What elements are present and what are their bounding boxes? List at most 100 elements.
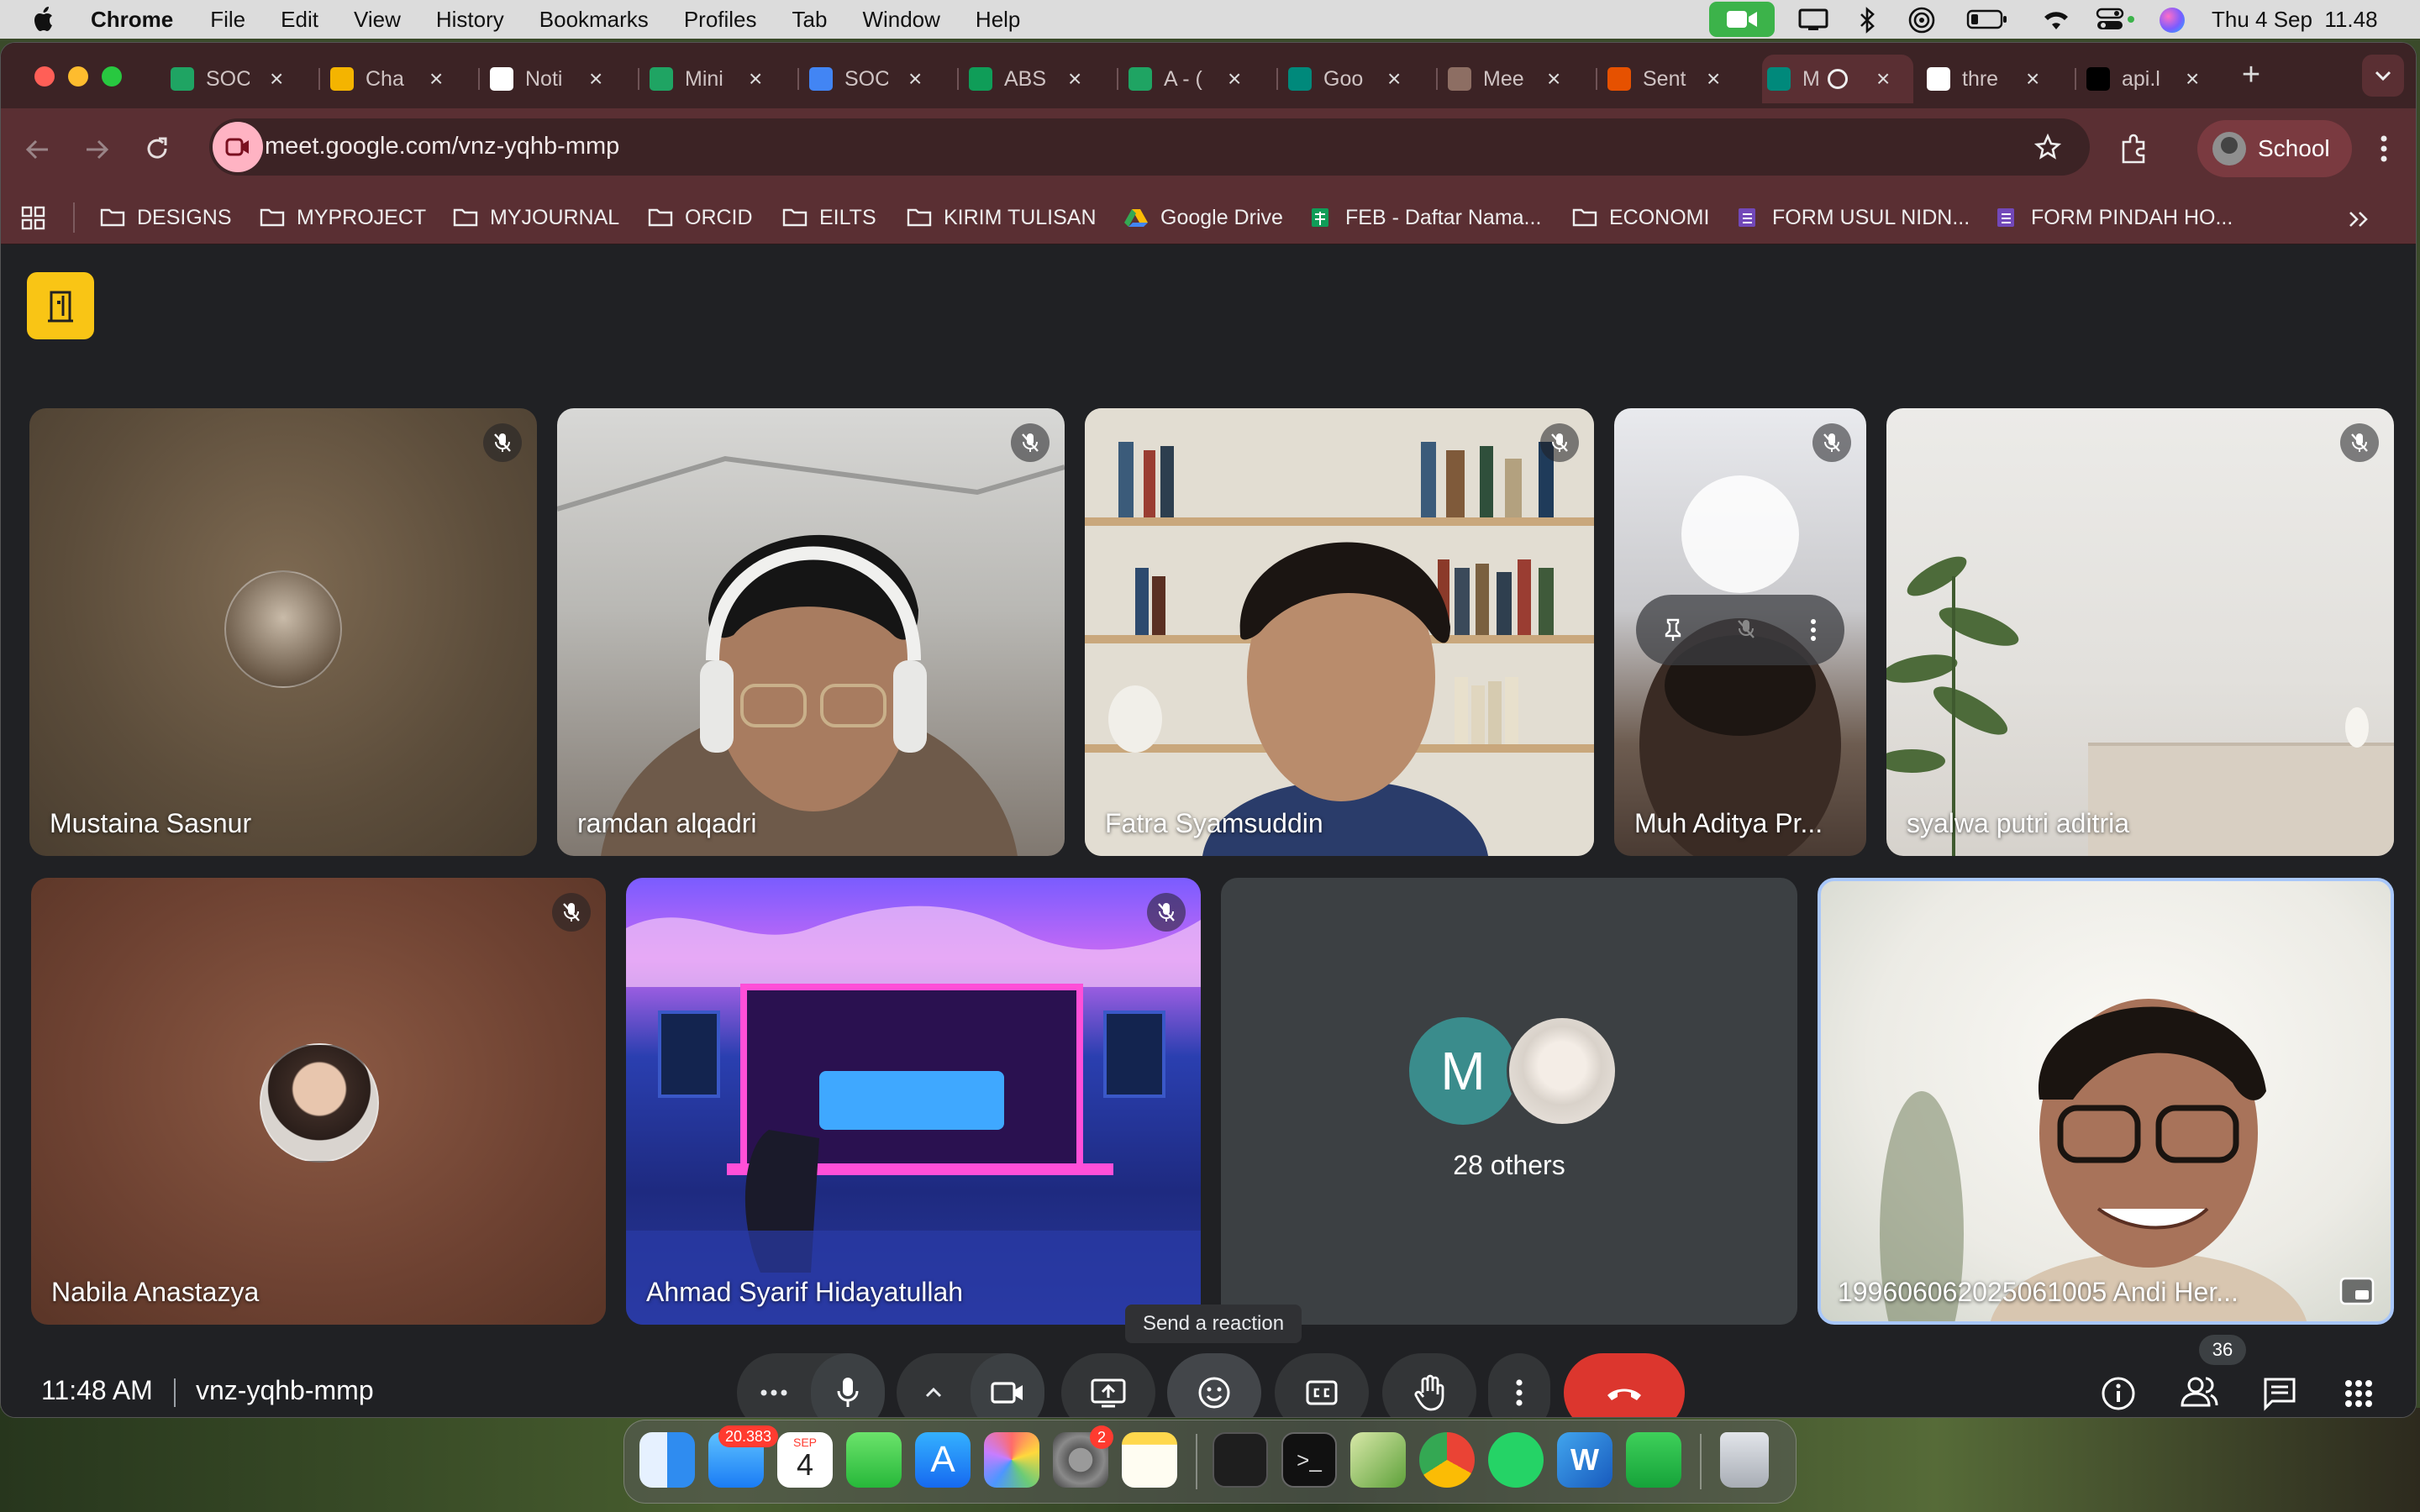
close-tab-icon[interactable]: ×	[749, 66, 762, 92]
bookmark-item[interactable]: FEB - Daftar Nama...	[1308, 202, 1541, 233]
menu-edit[interactable]: Edit	[281, 7, 318, 33]
browser-tab[interactable]: M ×	[1762, 55, 1913, 103]
reaction-button[interactable]	[1167, 1353, 1261, 1417]
trash-icon[interactable]	[1720, 1432, 1769, 1488]
wifi-icon[interactable]	[2040, 7, 2072, 32]
app-store-icon[interactable]: A	[915, 1432, 971, 1488]
terminal-icon[interactable]: >_	[1281, 1432, 1337, 1488]
menu-file[interactable]: File	[210, 7, 245, 33]
meeting-info-icon[interactable]	[2100, 1375, 2137, 1412]
present-button[interactable]	[1061, 1353, 1155, 1417]
close-window-button[interactable]	[34, 66, 55, 87]
browser-tab[interactable]: SOC ×	[166, 55, 308, 103]
finder-icon[interactable]	[639, 1432, 695, 1488]
zoom-window-button[interactable]	[102, 66, 122, 87]
browser-tab[interactable]: Sent ×	[1602, 55, 1745, 103]
participant-tile[interactable]: Ahmad Syarif Hidayatullah	[626, 878, 1201, 1325]
launchpad-icon[interactable]	[984, 1432, 1039, 1488]
word-icon[interactable]: W	[1557, 1432, 1612, 1488]
raise-hand-button[interactable]	[1382, 1353, 1476, 1417]
close-tab-icon[interactable]: ×	[270, 66, 283, 92]
terminal-app-icon[interactable]	[1213, 1432, 1268, 1488]
back-icon[interactable]	[24, 137, 51, 162]
close-tab-icon[interactable]: ×	[908, 66, 922, 92]
captions-button[interactable]	[1275, 1353, 1369, 1417]
browser-tab[interactable]: Mee ×	[1443, 55, 1586, 103]
close-tab-icon[interactable]: ×	[2186, 66, 2199, 92]
bluetooth-icon[interactable]	[1857, 7, 1877, 34]
tab-search-button[interactable]	[2362, 55, 2404, 97]
leave-call-button[interactable]	[1564, 1353, 1685, 1417]
close-tab-icon[interactable]: ×	[1547, 66, 1560, 92]
menu-view[interactable]: View	[354, 7, 401, 33]
browser-tab[interactable]: A - (×	[1123, 55, 1266, 103]
mute-participant-icon[interactable]	[1736, 618, 1756, 642]
apps-grid-icon[interactable]	[21, 206, 46, 231]
whatsapp-icon[interactable]	[1488, 1432, 1544, 1488]
menu-history[interactable]: History	[436, 7, 504, 33]
url-text[interactable]: meet.google.com/vnz-yqhb-mmp	[265, 133, 619, 160]
browser-tab[interactable]: thre ×	[1922, 55, 2065, 103]
microphone-button[interactable]	[811, 1353, 885, 1417]
bookmark-item[interactable]: EILTS	[782, 202, 876, 233]
battery-icon[interactable]	[1966, 8, 2008, 30]
browser-tab[interactable]: Noti ×	[485, 55, 628, 103]
extensions-icon[interactable]	[2118, 134, 2149, 164]
chrome-menu-icon[interactable]	[2379, 134, 2389, 164]
control-center-icon[interactable]	[2096, 8, 2136, 31]
reload-icon[interactable]	[144, 135, 171, 162]
browser-tab[interactable]: Cha ×	[325, 55, 468, 103]
more-options-icon[interactable]	[1809, 617, 1818, 643]
activities-grid-icon[interactable]	[2344, 1378, 2374, 1409]
browser-tab[interactable]: Goo ×	[1283, 55, 1426, 103]
participant-tile[interactable]: Muh Aditya Pr...	[1614, 408, 1866, 856]
minimize-window-button[interactable]	[68, 66, 88, 87]
close-tab-icon[interactable]: ×	[1068, 66, 1081, 92]
audio-options-button[interactable]	[737, 1353, 811, 1417]
airdrop-icon[interactable]	[1907, 6, 1936, 34]
browser-tab[interactable]: api.l ×	[2081, 55, 2224, 103]
self-view-tile[interactable]: 199606062025061005 Andi Her...	[1818, 878, 2394, 1325]
forward-icon[interactable]	[83, 137, 110, 162]
menu-help[interactable]: Help	[976, 7, 1020, 33]
bookmark-item[interactable]: MYPROJECT	[260, 202, 426, 233]
bookmark-item[interactable]: FORM USUL NIDN...	[1735, 202, 1970, 233]
bookmark-item[interactable]: ORCID	[648, 202, 753, 233]
menu-clock[interactable]: Thu 4 Sep 11.48	[2212, 7, 2378, 33]
participant-tile[interactable]: Fatra Syamsuddin	[1085, 408, 1594, 856]
companion-mode-icon[interactable]	[27, 272, 94, 339]
video-options-button[interactable]	[897, 1353, 971, 1417]
notes-icon[interactable]	[1122, 1432, 1177, 1488]
close-tab-icon[interactable]: ×	[1387, 66, 1401, 92]
address-bar[interactable]: meet.google.com/vnz-yqhb-mmp	[209, 118, 2090, 176]
apple-icon[interactable]	[32, 5, 57, 34]
others-tile[interactable]: M 28 others	[1221, 878, 1797, 1325]
close-tab-icon[interactable]: ×	[1707, 66, 1720, 92]
bookmark-star-icon[interactable]	[2034, 134, 2061, 160]
bookmark-item[interactable]: Google Drive	[1123, 202, 1283, 233]
chat-icon[interactable]	[2261, 1375, 2298, 1412]
close-tab-icon[interactable]: ×	[1876, 66, 1890, 92]
display-icon[interactable]	[1798, 8, 1828, 32]
close-tab-icon[interactable]: ×	[429, 66, 443, 92]
pin-icon[interactable]	[1663, 617, 1683, 643]
chrome-icon[interactable]	[1419, 1432, 1475, 1488]
numbers-icon[interactable]	[1626, 1432, 1681, 1488]
facetime-status-icon[interactable]	[1709, 2, 1775, 37]
participant-tile[interactable]: syalwa putri aditria	[1886, 408, 2394, 856]
script-editor-icon[interactable]	[1350, 1432, 1406, 1488]
bookmark-item[interactable]: ECONOMI	[1572, 202, 1709, 233]
participant-tile[interactable]: ramdan alqadri	[557, 408, 1065, 856]
bookmark-item[interactable]: MYJOURNAL	[453, 202, 619, 233]
close-tab-icon[interactable]: ×	[589, 66, 602, 92]
close-tab-icon[interactable]: ×	[2026, 66, 2039, 92]
browser-tab[interactable]: ABS ×	[964, 55, 1107, 103]
calendar-icon[interactable]: SEP 4	[777, 1432, 833, 1488]
camera-button[interactable]	[971, 1353, 1044, 1417]
new-tab-button[interactable]: +	[2234, 57, 2268, 92]
bookmark-item[interactable]: KIRIM TULISAN	[907, 202, 1097, 233]
menu-app-name[interactable]: Chrome	[91, 7, 173, 33]
facetime-icon[interactable]	[846, 1432, 902, 1488]
bookmark-item[interactable]: FORM PINDAH HO...	[1994, 202, 2233, 233]
menu-bookmarks[interactable]: Bookmarks	[539, 7, 649, 33]
